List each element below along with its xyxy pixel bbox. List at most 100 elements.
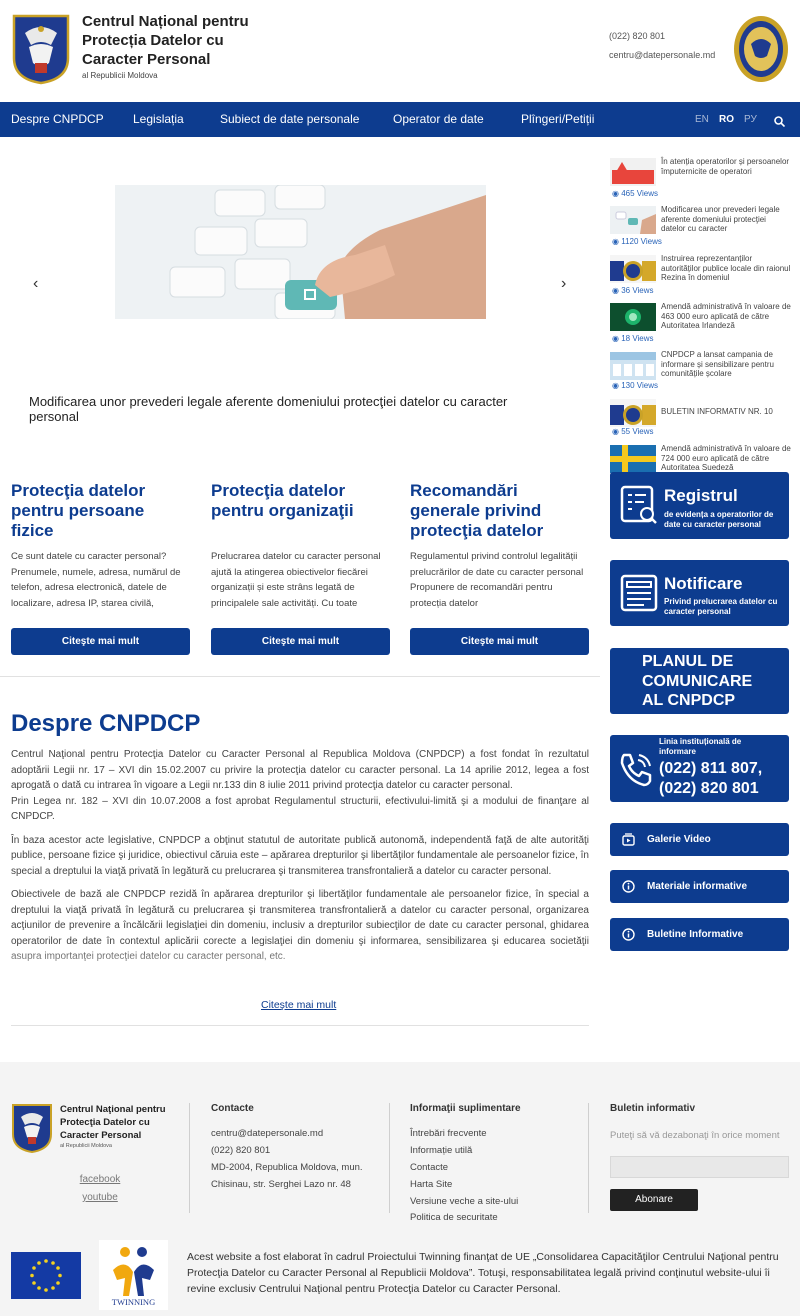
nav-subiect-date[interactable]: Subiect de date personale — [220, 102, 359, 137]
news-thumb-warning[interactable] — [610, 158, 656, 186]
galerie-video-button[interactable]: Galerie Video — [610, 823, 789, 856]
youtube-link[interactable]: youtube — [60, 1192, 140, 1203]
news-title[interactable]: Instruirea reprezentanților autoritățilo… — [661, 254, 791, 283]
planul-comunicare-button[interactable]: PLANUL DE COMUNICARE AL CNPDCP — [610, 648, 789, 714]
news-title[interactable]: BULETIN INFORMATIV NR. 10 — [661, 407, 791, 417]
slider-next-button[interactable]: › — [561, 275, 566, 293]
header-email[interactable]: centru@datepersonale.md — [609, 50, 715, 60]
twinning-logo: TWINNING — [99, 1240, 168, 1310]
news-views: ◉ 36 Views — [612, 286, 654, 295]
search-icon[interactable] — [774, 114, 786, 132]
divider — [0, 676, 600, 677]
footer-link-contacte[interactable]: Contacte — [410, 1162, 448, 1173]
linia-label: Linia instituțională de informare — [659, 737, 742, 756]
news-thumb-flags[interactable] — [610, 399, 656, 427]
header-phone[interactable]: (022) 820 801 — [609, 31, 665, 41]
lang-ru[interactable]: РУ — [744, 102, 757, 137]
nav-legislatia[interactable]: Legislația — [133, 102, 184, 137]
news-views: ◉ 1120 Views — [612, 237, 662, 246]
nav-plingeri[interactable]: Plîngeri/Petiții — [521, 102, 594, 137]
card-text: Ce sunt datele cu caracter personal? Pre… — [11, 551, 181, 609]
news-thumb-cyber[interactable] — [610, 303, 656, 331]
registrul-subtitle: de evidența a operatorilor de date cu ca… — [664, 510, 774, 529]
footer-email[interactable]: centru@datepersonale.md — [211, 1128, 323, 1139]
footer-address: Chisinau, str. Serghei Lazo nr. 48 — [211, 1179, 351, 1190]
planul-title: PLANUL DE COMUNICARE AL CNPDCP — [642, 653, 753, 709]
nav-operator-date[interactable]: Operator de date — [393, 102, 484, 137]
slide-image-keyboard[interactable] — [115, 185, 486, 319]
materiale-label: Materiale informative — [647, 881, 748, 892]
org-name: Centrul Național pentru Protecția Datelo… — [82, 13, 249, 68]
news-thumb-flags[interactable] — [610, 255, 656, 283]
card-read-more-button[interactable]: Citeşte mai mult — [11, 628, 190, 655]
news-title[interactable]: Amendă administrativă în valoare de 724 … — [661, 444, 791, 472]
abonare-button[interactable]: Abonare — [610, 1189, 698, 1211]
footer-phone[interactable]: (022) 820 801 — [211, 1145, 270, 1156]
footer-link-politica[interactable]: Politica de securitate — [410, 1212, 498, 1223]
card-text: Regulamentul privind controlul legalităț… — [410, 551, 584, 609]
phone-icon — [618, 751, 654, 792]
linia-phones: (022) 811 807, (022) 820 801 — [659, 760, 763, 797]
info-icon — [622, 928, 635, 946]
buletine-informative-button[interactable]: Buletine Informative — [610, 918, 789, 951]
card-text: Prelucrarea datelor cu caracter personal… — [211, 551, 381, 609]
card-title-recomandari[interactable]: Recomandări generale privind protecţia d… — [410, 481, 590, 541]
notificare-button[interactable]: Notificare Privind prelucrarea datelor c… — [610, 560, 789, 626]
registrul-button[interactable]: Registrul de evidența a operatorilor de … — [610, 472, 789, 539]
lang-en[interactable]: EN — [695, 102, 709, 137]
news-views: ◉ 130 Views — [612, 381, 658, 390]
news-title[interactable]: CNPDCP a lansat campania de informare și… — [661, 350, 791, 379]
news-thumb-keyboard[interactable] — [610, 206, 656, 234]
card-title-organizatii[interactable]: Protecţia datelor pentru organizaţii — [211, 481, 391, 521]
eye-icon: ◉ — [612, 237, 619, 246]
info-icon — [622, 880, 635, 898]
text-fade-overlay — [0, 945, 600, 987]
news-title[interactable]: Modificarea unor prevederi legale aferen… — [661, 205, 791, 234]
despre-paragraph: Centrul Naţional pentru Protecţia Datelo… — [11, 749, 589, 791]
footer-divider — [588, 1103, 589, 1213]
news-thumb-sweden[interactable] — [610, 445, 656, 473]
footer-link-informatie[interactable]: Informație utilă — [410, 1145, 472, 1156]
card-read-more-button[interactable]: Citeşte mai mult — [410, 628, 589, 655]
galerie-video-label: Galerie Video — [647, 834, 711, 845]
notificare-title: Notificare — [664, 574, 743, 593]
eye-icon: ◉ — [612, 427, 619, 436]
materiale-informative-button[interactable]: Materiale informative — [610, 870, 789, 903]
footer-link-versiune[interactable]: Versiune veche a site-ului — [410, 1196, 518, 1207]
video-icon — [622, 833, 635, 851]
cnpdcp-seal-logo — [732, 14, 790, 84]
eye-icon: ◉ — [612, 334, 619, 343]
footer-link-harta[interactable]: Harta Site — [410, 1179, 452, 1190]
footer-link-intrebari[interactable]: Întrebări frecvente — [410, 1128, 487, 1139]
footer-org-sub: al Republicii Moldova — [60, 1143, 112, 1149]
lang-ro[interactable]: RO — [719, 102, 734, 137]
card-title-persoane-fizice[interactable]: Protecţia datelor pentru persoane fizice — [11, 481, 191, 541]
info-heading: Informaţii suplimentare — [410, 1103, 521, 1114]
news-title[interactable]: Amendă administrativă în valoare de 463 … — [661, 302, 791, 331]
buletine-label: Buletine Informative — [647, 929, 744, 940]
nav-despre[interactable]: Despre CNPDCP — [11, 102, 104, 137]
despre-paragraph: Prin Legea nr. 182 – XVI din 10.07.2008 … — [11, 795, 589, 823]
footer-logo[interactable] — [11, 1103, 53, 1158]
notificare-subtitle: Privind prelucrarea datelor cu caracter … — [664, 597, 778, 616]
eye-icon: ◉ — [612, 381, 619, 390]
coat-of-arms-logo[interactable] — [11, 13, 71, 85]
register-icon — [620, 485, 658, 530]
news-title[interactable]: În atenția operatorilor și persoanelor î… — [661, 157, 791, 176]
newsletter-email-input[interactable] — [610, 1156, 789, 1178]
slide-caption[interactable]: Modificarea unor prevederi legale aferen… — [29, 394, 549, 424]
card-read-more-button[interactable]: Citeşte mai mult — [211, 628, 390, 655]
org-subtitle: al Republicii Moldova — [82, 71, 158, 80]
slider-prev-button[interactable]: ‹ — [33, 275, 38, 293]
despre-read-more-link[interactable]: Citeşte mai mult — [261, 999, 336, 1011]
linia-informare-button[interactable]: Linia instituțională de informare (022) … — [610, 735, 789, 802]
buletin-heading: Buletin informativ — [610, 1103, 696, 1114]
main-navigation: Despre CNPDCP Legislația Subiect de date… — [0, 102, 800, 137]
footer-divider — [389, 1103, 390, 1213]
news-thumb-campaign[interactable] — [610, 352, 656, 380]
facebook-link[interactable]: facebook — [60, 1174, 140, 1185]
eye-icon: ◉ — [612, 189, 619, 198]
eu-disclaimer: Acest website a fost elaborat în cadrul … — [187, 1251, 779, 1295]
newsletter-note: Puteţi să vă dezabonaţi în orice moment — [610, 1130, 780, 1141]
eu-flag-logo — [11, 1252, 81, 1299]
